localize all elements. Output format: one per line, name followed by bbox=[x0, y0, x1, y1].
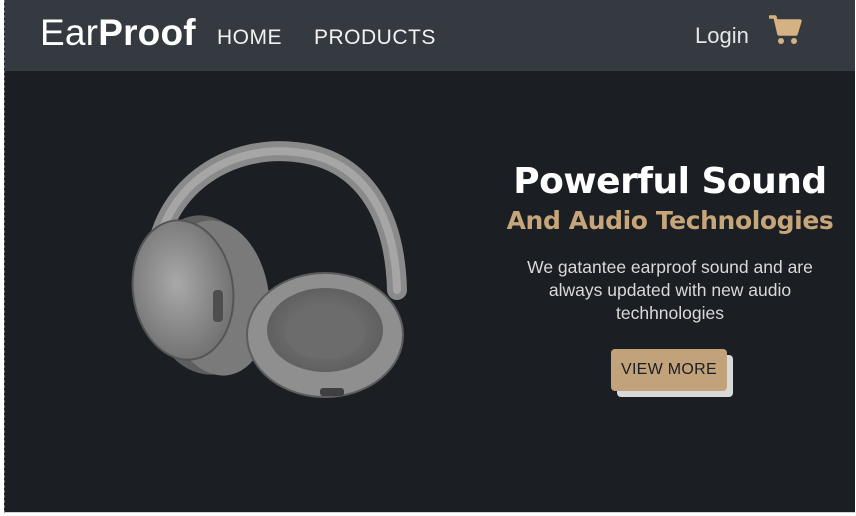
hero-text: Powerful Sound And Audio Technologies We… bbox=[505, 160, 835, 397]
brand-logo-ear: Ear bbox=[40, 12, 99, 53]
headphones-image bbox=[125, 140, 425, 405]
page-frame: EarProof HOME PRODUCTS Login Powerful So… bbox=[4, 0, 855, 513]
login-link[interactable]: Login bbox=[695, 23, 749, 49]
hero-description: We gatantee earproof sound and are alway… bbox=[527, 257, 813, 323]
shopping-cart-icon[interactable] bbox=[768, 14, 803, 46]
nav-products-link[interactable]: PRODUCTS bbox=[314, 26, 436, 50]
nav-home-link[interactable]: HOME bbox=[217, 26, 282, 50]
navbar: EarProof HOME PRODUCTS Login bbox=[5, 0, 855, 71]
hero-subheadline: And Audio Technologies bbox=[506, 206, 834, 235]
view-more-button[interactable]: VIEW MORE bbox=[611, 349, 727, 391]
brand-logo-proof: Proof bbox=[98, 12, 196, 53]
hero-headline: Powerful Sound bbox=[513, 161, 827, 202]
view-more-button-wrap: VIEW MORE bbox=[611, 349, 733, 397]
brand-logo[interactable]: EarProof bbox=[40, 12, 196, 54]
